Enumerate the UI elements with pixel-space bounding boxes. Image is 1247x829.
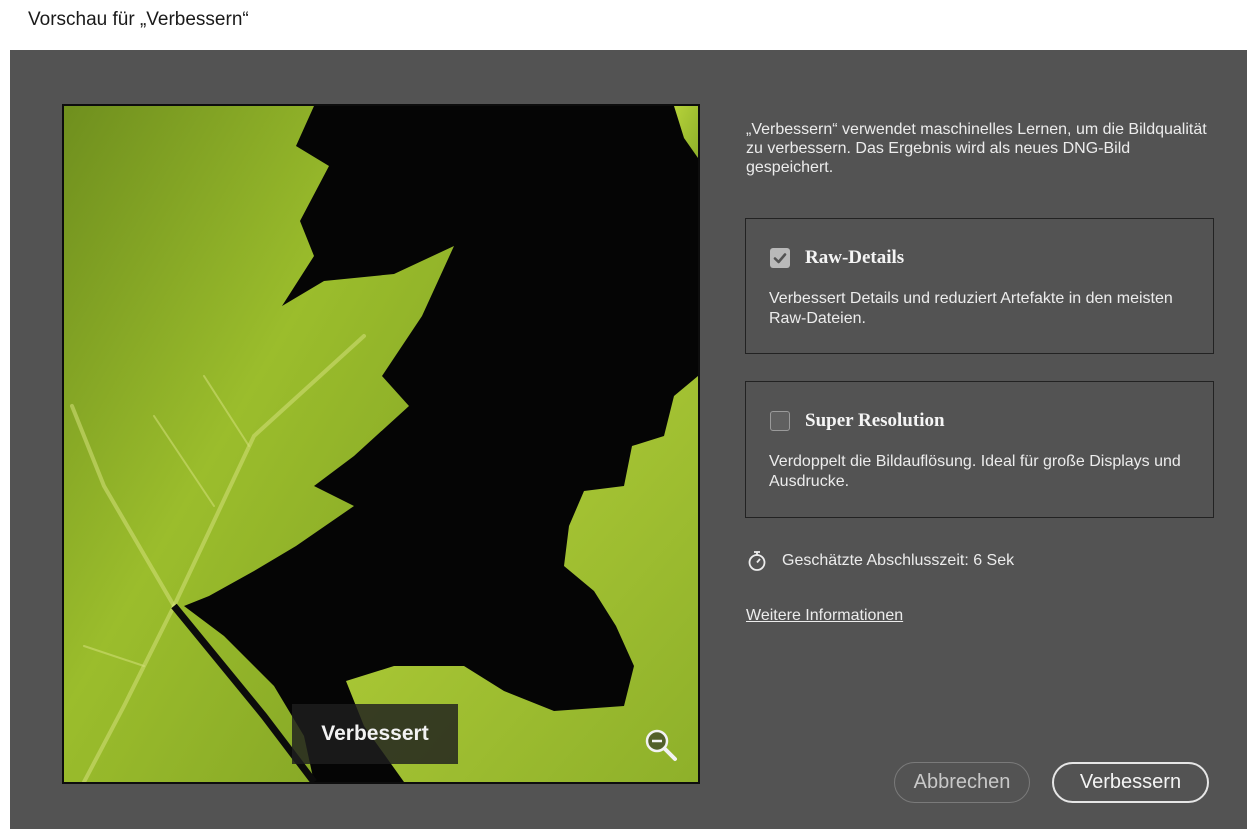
super-resolution-description: Verdoppelt die Bildauflösung. Ideal für …: [769, 453, 1181, 490]
super-resolution-option: Super Resolution Verdoppelt die Bildaufl…: [745, 381, 1214, 518]
zoom-out-icon[interactable]: [644, 728, 678, 762]
cancel-button[interactable]: Abbrechen: [894, 762, 1030, 803]
super-resolution-checkbox[interactable]: [770, 411, 790, 431]
raw-details-title[interactable]: Raw-Details: [805, 247, 904, 269]
enhance-dialog: Verbessert „Verbessern“ verwendet maschi…: [10, 50, 1247, 829]
estimated-time-text: Geschätzte Abschlusszeit: 6 Sek: [782, 552, 1015, 569]
enhanced-label: Verbessert: [292, 704, 458, 764]
raw-details-description: Verbessert Details und reduziert Artefak…: [769, 290, 1173, 327]
intro-text: „Verbessern“ verwendet maschinelles Lern…: [746, 121, 1207, 176]
image-preview[interactable]: Verbessert: [62, 104, 700, 784]
raw-details-checkbox[interactable]: [770, 248, 790, 268]
leaf-photo: [64, 106, 698, 782]
window-title: Vorschau für „Verbessern“: [28, 9, 249, 30]
raw-details-option: Raw-Details Verbessert Details und reduz…: [745, 218, 1214, 354]
checkmark-icon: [773, 253, 787, 264]
more-info-link[interactable]: Weitere Informationen: [746, 607, 903, 625]
info-pane: „Verbessern“ verwendet maschinelles Lern…: [746, 120, 1216, 177]
stopwatch-icon: [748, 551, 766, 571]
super-resolution-title[interactable]: Super Resolution: [805, 410, 945, 432]
estimated-time: Geschätzte Abschlusszeit: 6 Sek: [746, 550, 1014, 572]
enhance-button[interactable]: Verbessern: [1052, 762, 1209, 803]
